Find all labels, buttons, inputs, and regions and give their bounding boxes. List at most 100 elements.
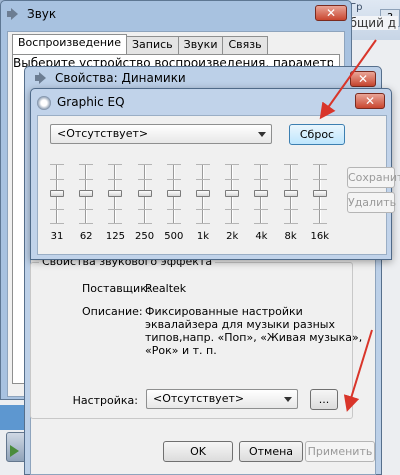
- slider-tick: [108, 209, 123, 210]
- slider-tick: [108, 164, 123, 165]
- slider-tick: [254, 164, 269, 165]
- tab-playback[interactable]: Воспроизведение: [12, 34, 127, 54]
- eq-close-button[interactable]: ✕: [355, 93, 385, 109]
- eq-slider-8k[interactable]: [283, 164, 298, 224]
- slider-tick: [137, 223, 152, 224]
- eq-preset-dropdown[interactable]: <Отсутствует>: [50, 124, 272, 144]
- tab-recording[interactable]: Запись: [125, 36, 179, 54]
- slider-tick: [166, 179, 181, 180]
- slider-thumb[interactable]: [50, 190, 64, 197]
- description-value: Фиксированные настройки эквалайзера для …: [145, 305, 363, 357]
- slider-tick: [254, 223, 269, 224]
- save-button[interactable]: Сохранить: [347, 167, 400, 188]
- setting-dropdown[interactable]: <Отсутствует>: [146, 389, 298, 409]
- provider-value: Realtek: [145, 282, 187, 295]
- description-label: Описание:: [82, 305, 143, 318]
- slider-tick: [225, 164, 240, 165]
- eq-preset-value: <Отсутствует>: [57, 127, 149, 140]
- properties-title-bar: Свойства: Динамики: [33, 71, 186, 85]
- tab-sounds[interactable]: Звуки: [177, 36, 224, 54]
- eq-slider-125[interactable]: [108, 164, 123, 224]
- slider-tick: [79, 179, 94, 180]
- eq-frequency-label: 62: [79, 231, 93, 242]
- slider-thumb[interactable]: [312, 190, 327, 197]
- slider-tick: [79, 209, 94, 210]
- slider-tick: [50, 179, 64, 180]
- eq-slider-16k[interactable]: [312, 164, 327, 224]
- apply-button[interactable]: Применить: [305, 441, 375, 462]
- graphic-eq-window: Graphic EQ ✕ <Отсутствует> Сброс Сохрани…: [30, 88, 400, 260]
- slider-tick: [312, 164, 327, 165]
- eq-frequency-label: 16k: [310, 231, 330, 242]
- eq-app-icon: [37, 96, 51, 110]
- eq-frequency-label: 500: [164, 231, 184, 242]
- slider-tick: [79, 223, 94, 224]
- eq-frequency-label: 31: [50, 231, 64, 242]
- provider-label: Поставщик:: [82, 282, 151, 295]
- slider-tick: [225, 209, 240, 210]
- slider-tick: [166, 164, 181, 165]
- properties-close-button[interactable]: ✕: [350, 71, 376, 87]
- slider-tick: [196, 179, 210, 180]
- slider-thumb[interactable]: [254, 190, 269, 197]
- reset-button[interactable]: Сброс: [289, 124, 345, 145]
- slider-tick: [79, 164, 94, 165]
- delete-button[interactable]: Удалить: [347, 192, 396, 213]
- slider-tick: [137, 179, 152, 180]
- slider-tick: [50, 209, 64, 210]
- slider-thumb[interactable]: [225, 190, 240, 197]
- eq-frequency-label: 2k: [226, 231, 239, 242]
- more-settings-button[interactable]: ...: [310, 389, 338, 410]
- sound-window-title: Звук: [27, 7, 57, 21]
- eq-frequency-label: 8k: [284, 231, 297, 242]
- slider-tick: [225, 223, 240, 224]
- slider-tick: [108, 223, 123, 224]
- cancel-button[interactable]: Отмена: [239, 441, 303, 462]
- eq-window-title: Graphic EQ: [57, 95, 125, 109]
- properties-window-title: Свойства: Динамики: [55, 71, 186, 85]
- slider-tick: [137, 164, 152, 165]
- slider-thumb[interactable]: [166, 190, 181, 197]
- sound-tabs: Воспроизведение Запись Звуки Связь: [12, 34, 268, 54]
- setting-dropdown-value: <Отсутствует>: [153, 392, 245, 405]
- ok-button[interactable]: OK: [163, 441, 233, 462]
- slider-thumb[interactable]: [108, 190, 123, 197]
- slider-tick: [312, 223, 327, 224]
- eq-body: <Отсутствует> Сброс Сохранить Удалить 31…: [37, 115, 400, 255]
- eq-slider-62[interactable]: [79, 164, 94, 224]
- slider-thumb[interactable]: [79, 190, 94, 197]
- slider-tick: [166, 209, 181, 210]
- slider-thumb[interactable]: [283, 190, 298, 197]
- sound-close-button[interactable]: ✕: [315, 5, 347, 21]
- slider-tick: [254, 179, 269, 180]
- setting-label: Настройка:: [72, 394, 138, 407]
- eq-frequency-label: 4k: [255, 231, 268, 242]
- eq-frequency-label: 125: [105, 231, 125, 242]
- slider-tick: [137, 209, 152, 210]
- chevron-down-icon: [284, 397, 292, 402]
- tab-communications[interactable]: Связь: [222, 36, 268, 54]
- slider-thumb[interactable]: [137, 190, 152, 197]
- eq-frequency-label: 250: [135, 231, 155, 242]
- slider-tick: [196, 223, 210, 224]
- slider-tick: [166, 223, 181, 224]
- slider-tick: [225, 179, 240, 180]
- eq-slider-31[interactable]: [50, 164, 64, 224]
- slider-thumb[interactable]: [196, 190, 210, 197]
- eq-slider-1k[interactable]: [196, 164, 210, 224]
- slider-tick: [50, 164, 64, 165]
- eq-slider-500[interactable]: [166, 164, 181, 224]
- eq-slider-4k[interactable]: [254, 164, 269, 224]
- eq-frequency-label: 1k: [196, 231, 210, 242]
- slider-tick: [283, 164, 298, 165]
- speaker-icon: [5, 7, 21, 21]
- slider-tick: [283, 209, 298, 210]
- slider-tick: [283, 179, 298, 180]
- slider-tick: [108, 179, 123, 180]
- slider-tick: [283, 223, 298, 224]
- sound-title-bar: Звук: [5, 5, 56, 23]
- eq-slider-250[interactable]: [137, 164, 152, 224]
- slider-tick: [312, 179, 327, 180]
- eq-slider-2k[interactable]: [225, 164, 240, 224]
- slider-tick: [196, 209, 210, 210]
